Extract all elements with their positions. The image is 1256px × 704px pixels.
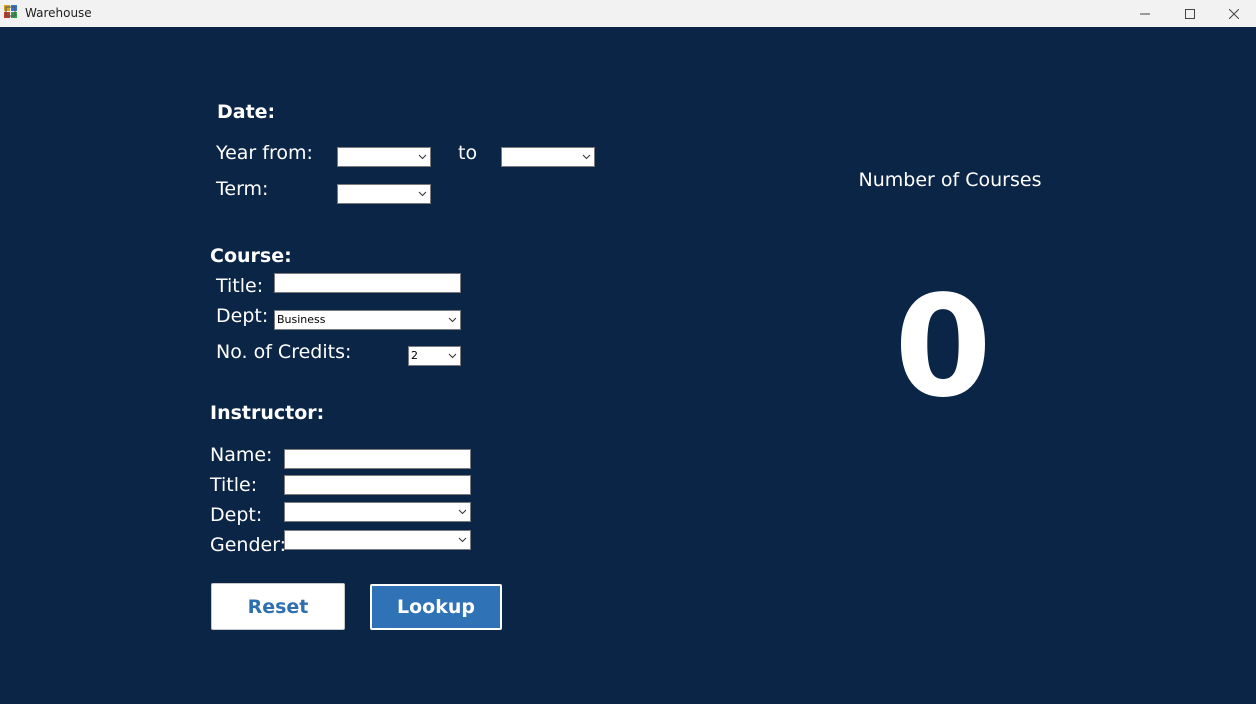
title-bar: Warehouse bbox=[0, 0, 1256, 27]
instructor-gender-dropdown[interactable] bbox=[284, 530, 471, 550]
chevron-down-icon bbox=[458, 509, 467, 515]
year-from-label: Year from: bbox=[216, 142, 313, 164]
course-dept-label: Dept: bbox=[216, 305, 269, 327]
date-section-label: Date: bbox=[217, 101, 276, 123]
minimize-icon bbox=[1140, 13, 1150, 14]
close-button[interactable] bbox=[1212, 0, 1256, 27]
instructor-title-input[interactable] bbox=[284, 475, 471, 495]
instructor-dept-dropdown[interactable] bbox=[284, 502, 471, 522]
instructor-section-label: Instructor: bbox=[210, 402, 325, 424]
instructor-gender-label: Gender: bbox=[210, 534, 287, 556]
close-icon bbox=[1229, 8, 1239, 19]
course-title-input[interactable] bbox=[274, 273, 461, 293]
term-label: Term: bbox=[216, 178, 269, 200]
instructor-name-input[interactable] bbox=[284, 449, 471, 469]
credits-label: No. of Credits: bbox=[216, 341, 352, 363]
credits-value: 2 bbox=[411, 349, 418, 362]
number-of-courses-label: Number of Courses bbox=[858, 169, 1042, 191]
course-dept-dropdown[interactable]: Business bbox=[274, 310, 461, 330]
year-to-label: to bbox=[458, 142, 478, 164]
term-dropdown[interactable] bbox=[337, 184, 431, 204]
instructor-title-label: Title: bbox=[210, 474, 258, 496]
course-title-label: Title: bbox=[216, 275, 264, 297]
instructor-name-label: Name: bbox=[210, 444, 273, 466]
instructor-dept-label: Dept: bbox=[210, 504, 263, 526]
chevron-down-icon bbox=[582, 154, 591, 160]
course-dept-value: Business bbox=[277, 313, 326, 326]
number-of-courses-value: 0 bbox=[894, 266, 992, 429]
chevron-down-icon bbox=[458, 537, 467, 543]
year-from-dropdown[interactable] bbox=[337, 147, 431, 167]
lookup-button[interactable]: Lookup bbox=[370, 584, 502, 630]
chevron-down-icon bbox=[448, 317, 457, 323]
maximize-button[interactable] bbox=[1168, 0, 1212, 27]
year-to-dropdown[interactable] bbox=[501, 147, 595, 167]
course-section-label: Course: bbox=[210, 245, 292, 267]
maximize-icon bbox=[1185, 8, 1195, 19]
chevron-down-icon bbox=[448, 353, 457, 359]
app-icon bbox=[4, 5, 17, 18]
credits-dropdown[interactable]: 2 bbox=[408, 346, 461, 366]
window-title: Warehouse bbox=[25, 6, 92, 20]
chevron-down-icon bbox=[418, 191, 427, 197]
app-window: Warehouse Date: Year from: to Term: Cour… bbox=[0, 0, 1256, 704]
chevron-down-icon bbox=[418, 154, 427, 160]
minimize-button[interactable] bbox=[1123, 0, 1167, 27]
reset-button[interactable]: Reset bbox=[211, 583, 345, 630]
